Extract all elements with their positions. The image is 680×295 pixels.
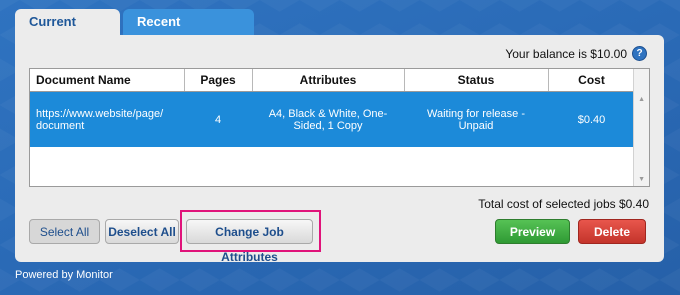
table-header-row: Document Name Pages Attributes Status Co… <box>30 69 636 92</box>
tab-recent-transactions[interactable]: Recent Transactions <box>123 9 254 55</box>
column-header-attributes[interactable]: Attributes <box>252 69 405 92</box>
jobs-table: Document Name Pages Attributes Status Co… <box>29 68 650 187</box>
column-header-document-name[interactable]: Document Name <box>30 69 185 92</box>
cell-document-name: https://www.website/page/ document <box>30 91 184 147</box>
cell-attributes: A4, Black & White, One-Sided, 1 Copy <box>252 91 404 147</box>
cell-pages: 4 <box>184 91 252 147</box>
change-job-attributes-button[interactable]: Change Job Attributes <box>186 219 313 264</box>
scroll-down-arrow-icon[interactable]: ▼ <box>638 176 645 183</box>
balance-area: Your balance is $10.00 ? <box>505 46 647 61</box>
cell-cost: $0.40 <box>548 91 635 147</box>
table-scrollbar[interactable]: ▲ ▼ <box>633 69 649 186</box>
activity-panel: Your balance is $10.00 ? Document Name P… <box>15 35 664 264</box>
table-row[interactable]: https://www.website/page/ document 4 A4,… <box>30 91 635 147</box>
balance-text: Your balance is $10.00 <box>505 46 627 61</box>
footer-text: Powered by Monitor <box>15 269 113 281</box>
select-all-button[interactable]: Select All <box>29 219 100 244</box>
scroll-up-arrow-icon[interactable]: ▲ <box>638 96 645 103</box>
column-header-status[interactable]: Status <box>404 69 549 92</box>
delete-button[interactable]: Delete <box>578 219 646 244</box>
column-header-pages[interactable]: Pages <box>184 69 253 92</box>
tab-current-activity[interactable]: Current Activity <box>15 9 120 55</box>
cell-status: Waiting for release - Unpaid <box>404 91 548 147</box>
column-header-cost[interactable]: Cost <box>548 69 636 92</box>
preview-button[interactable]: Preview <box>495 219 570 244</box>
total-cost-text: Total cost of selected jobs $0.40 <box>478 197 649 211</box>
deselect-all-button[interactable]: Deselect All <box>105 219 179 244</box>
help-icon[interactable]: ? <box>632 46 647 61</box>
